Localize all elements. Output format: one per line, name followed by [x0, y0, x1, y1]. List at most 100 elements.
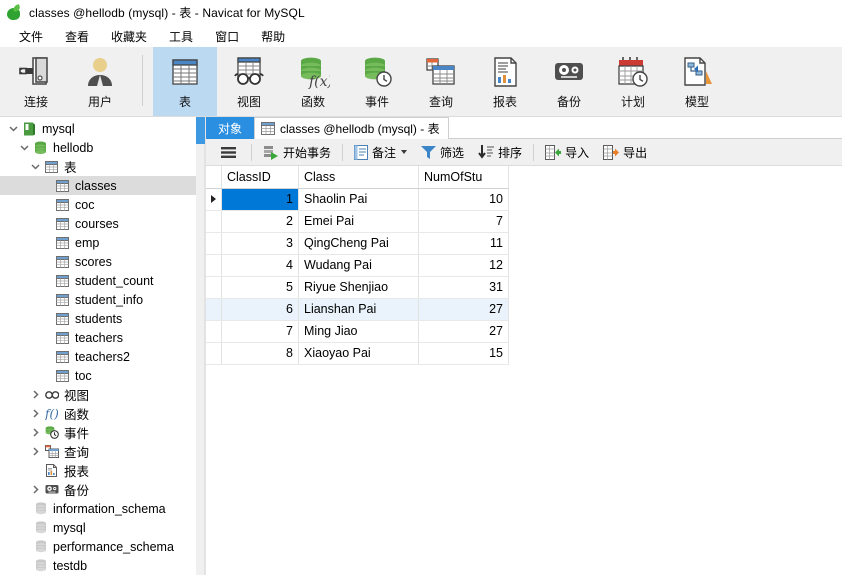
chevron-down-icon[interactable]	[5, 124, 21, 133]
tree-item-emp[interactable]: emp	[0, 233, 196, 252]
toolbar-button-connection[interactable]: 连接	[4, 47, 68, 116]
column-header-numofstu[interactable]: NumOfStu	[418, 166, 509, 189]
tree-item--[interactable]: 视图	[0, 385, 196, 404]
row-indicator[interactable]	[206, 342, 222, 365]
table-row[interactable]: 8 Xiaoyao Pai 15	[206, 342, 509, 365]
cell-numofstu[interactable]: 15	[418, 342, 509, 365]
chevron-right-icon[interactable]	[27, 447, 43, 456]
grid-menu-button[interactable]	[214, 141, 247, 163]
cell-class[interactable]: QingCheng Pai	[298, 232, 419, 255]
menu-favorites[interactable]: 收藏夹	[100, 26, 158, 47]
tree-item-coc[interactable]: coc	[0, 195, 196, 214]
chevron-right-icon[interactable]	[27, 485, 43, 494]
note-button[interactable]: 备注	[347, 141, 414, 163]
tree-item-performance_schema[interactable]: performance_schema	[0, 537, 196, 556]
cell-class[interactable]: Xiaoyao Pai	[298, 342, 419, 365]
toolbar-button-backup[interactable]: 备份	[537, 47, 601, 116]
toolbar-button-report[interactable]: 报表	[473, 47, 537, 116]
cell-numofstu[interactable]: 27	[418, 298, 509, 321]
cell-numofstu[interactable]: 31	[418, 276, 509, 299]
tree-item-teachers[interactable]: teachers	[0, 328, 196, 347]
tab-table-document[interactable]: classes @hellodb (mysql) - 表	[254, 117, 449, 139]
menu-view[interactable]: 查看	[54, 26, 100, 47]
row-indicator[interactable]	[206, 254, 222, 277]
chevron-right-icon[interactable]	[27, 428, 43, 437]
column-header-class[interactable]: Class	[298, 166, 419, 189]
cell-numofstu[interactable]: 7	[418, 210, 509, 233]
tree-item-hellodb[interactable]: hellodb	[0, 138, 196, 157]
tree-item-teachers2[interactable]: teachers2	[0, 347, 196, 366]
toolbar-button-view[interactable]: 视图	[217, 47, 281, 116]
filter-button[interactable]: 筛选	[414, 141, 471, 163]
table-row[interactable]: 3 QingCheng Pai 11	[206, 232, 509, 255]
toolbar-button-schedule[interactable]: 计划	[601, 47, 665, 116]
tree-item-toc[interactable]: toc	[0, 366, 196, 385]
cell-class[interactable]: Lianshan Pai	[298, 298, 419, 321]
table-row[interactable]: 5 Riyue Shenjiao 31	[206, 276, 509, 299]
table-row[interactable]: 6 Lianshan Pai 27	[206, 298, 509, 321]
cell-class[interactable]: Shaolin Pai	[298, 188, 419, 211]
cell-numofstu[interactable]: 10	[418, 188, 509, 211]
cell-class[interactable]: Riyue Shenjiao	[298, 276, 419, 299]
tree-item-courses[interactable]: courses	[0, 214, 196, 233]
tree-item-mysql[interactable]: mysql	[0, 518, 196, 537]
sort-button[interactable]: 排序	[471, 141, 529, 163]
cell-classid[interactable]: 6	[221, 298, 299, 321]
tree-item-testdb[interactable]: testdb	[0, 556, 196, 575]
column-header-classid[interactable]: ClassID	[221, 166, 299, 189]
toolbar-button-query[interactable]: 查询	[409, 47, 473, 116]
cell-classid[interactable]: 1	[221, 188, 299, 211]
chevron-down-icon[interactable]	[27, 162, 43, 171]
cell-numofstu[interactable]: 27	[418, 320, 509, 343]
sidebar-scrollbar-thumb[interactable]	[196, 117, 205, 144]
tree-item--[interactable]: 事件	[0, 423, 196, 442]
sidebar-scrollbar[interactable]	[196, 117, 205, 575]
cell-classid[interactable]: 2	[221, 210, 299, 233]
row-indicator[interactable]	[206, 276, 222, 299]
row-indicator[interactable]	[206, 298, 222, 321]
tree-item--[interactable]: f() 函数	[0, 404, 196, 423]
menu-tools[interactable]: 工具	[158, 26, 204, 47]
tree-item-student_info[interactable]: student_info	[0, 290, 196, 309]
cell-classid[interactable]: 8	[221, 342, 299, 365]
toolbar-button-table[interactable]: 表	[153, 47, 217, 116]
tree-item-classes[interactable]: classes	[0, 176, 196, 195]
chevron-down-icon[interactable]	[401, 150, 408, 154]
cell-classid[interactable]: 3	[221, 232, 299, 255]
menu-help[interactable]: 帮助	[250, 26, 296, 47]
menu-window[interactable]: 窗口	[204, 26, 250, 47]
export-button[interactable]: 导出	[596, 141, 654, 163]
cell-numofstu[interactable]: 11	[418, 232, 509, 255]
cell-class[interactable]: Emei Pai	[298, 210, 419, 233]
row-indicator[interactable]	[206, 210, 222, 233]
cell-classid[interactable]: 7	[221, 320, 299, 343]
table-row[interactable]: 7 Ming Jiao 27	[206, 320, 509, 343]
table-row[interactable]: 4 Wudang Pai 12	[206, 254, 509, 277]
tree-item--[interactable]: 备份	[0, 480, 196, 499]
cell-numofstu[interactable]: 12	[418, 254, 509, 277]
cell-classid[interactable]: 5	[221, 276, 299, 299]
cell-class[interactable]: Wudang Pai	[298, 254, 419, 277]
menu-file[interactable]: 文件	[8, 26, 54, 47]
chevron-down-icon[interactable]	[16, 143, 32, 152]
tree-item-student_count[interactable]: student_count	[0, 271, 196, 290]
toolbar-button-model[interactable]: 模型	[665, 47, 729, 116]
table-row[interactable]: 1 Shaolin Pai 10	[206, 188, 509, 211]
chevron-right-icon[interactable]	[27, 409, 43, 418]
row-indicator[interactable]	[206, 320, 222, 343]
chevron-right-icon[interactable]	[27, 390, 43, 399]
import-button[interactable]: 导入	[538, 141, 596, 163]
tab-objects[interactable]: 对象	[206, 117, 255, 139]
tree-item-mysql[interactable]: mysql	[0, 119, 196, 138]
toolbar-button-function[interactable]: f(x) 函数	[281, 47, 345, 116]
cell-classid[interactable]: 4	[221, 254, 299, 277]
table-row[interactable]: 2 Emei Pai 7	[206, 210, 509, 233]
toolbar-button-event[interactable]: 事件	[345, 47, 409, 116]
tree-item-information_schema[interactable]: information_schema	[0, 499, 196, 518]
tree-item-scores[interactable]: scores	[0, 252, 196, 271]
toolbar-button-user[interactable]: 用户	[68, 47, 132, 116]
tree-item--[interactable]: 查询	[0, 442, 196, 461]
tree-item--[interactable]: 表	[0, 157, 196, 176]
tree-item--[interactable]: 报表	[0, 461, 196, 480]
cell-class[interactable]: Ming Jiao	[298, 320, 419, 343]
